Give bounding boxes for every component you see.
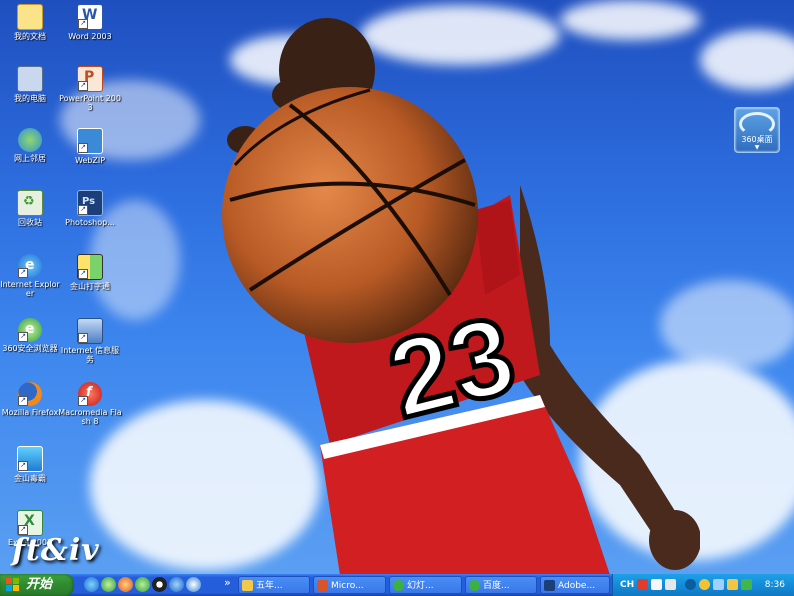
- internet-info-service-icon: ↗: [77, 318, 103, 344]
- ie-icon[interactable]: [84, 577, 99, 592]
- slideshow-icon: [393, 580, 404, 591]
- task-baidu[interactable]: 百度...: [465, 576, 537, 594]
- word-2003-shortcut[interactable]: W ↗ Word 2003: [58, 4, 122, 41]
- network-neighborhood-shortcut[interactable]: 网上邻居: [0, 128, 62, 163]
- task-label: 幻灯...: [407, 581, 434, 591]
- task-label: Adobe...: [558, 581, 596, 591]
- 360-browser-icon: e ↗: [18, 318, 42, 342]
- mozilla-firefox-icon: ↗: [18, 382, 42, 406]
- internet-explorer-icon: e ↗: [18, 254, 42, 278]
- 360-desktop-widget[interactable]: 360桌面 ▼: [734, 107, 780, 153]
- task-folder[interactable]: 五年...: [238, 576, 310, 594]
- folder-icon: [242, 580, 253, 591]
- icon-label: PowerPoint 2003: [59, 94, 121, 112]
- network-neighborhood-icon: [18, 128, 42, 152]
- macromedia-flash-icon: f ↗: [78, 382, 102, 406]
- quick-launch-expand-icon[interactable]: »: [224, 574, 231, 592]
- icon-label: 我的电脑: [14, 94, 46, 103]
- ime-mode-icon[interactable]: [651, 579, 662, 590]
- browser-icon[interactable]: [101, 577, 116, 592]
- tray-expand-icon[interactable]: [685, 579, 696, 590]
- 360-browser-shortcut[interactable]: e ↗ 360安全浏览器: [0, 318, 62, 353]
- icon-label: 金山打字通: [70, 282, 110, 291]
- 360-logo-icon: [739, 112, 775, 136]
- mozilla-firefox-shortcut[interactable]: ↗ Mozilla Firefox: [0, 382, 62, 417]
- kingsoft-antivirus-shortcut[interactable]: ↗ 金山毒霸: [0, 446, 62, 483]
- browser-icon: [469, 580, 480, 591]
- security-shield-icon[interactable]: [727, 579, 738, 590]
- icon-label: 网上邻居: [14, 154, 46, 163]
- wallpaper-cloud: [700, 30, 794, 90]
- my-documents-icon: [17, 4, 43, 30]
- my-computer-shortcut[interactable]: 我的电脑: [0, 66, 62, 103]
- my-computer-icon: [17, 66, 43, 92]
- ime-s-icon[interactable]: [637, 579, 648, 590]
- recycle-bin-shortcut[interactable]: ♻ 回收站: [0, 190, 62, 227]
- icon-label: Photoshop...: [65, 218, 115, 227]
- media-icon[interactable]: [118, 577, 133, 592]
- word-2003-icon: W ↗: [77, 4, 103, 30]
- webzip-shortcut[interactable]: ↗ WebZIP: [58, 128, 122, 165]
- macromedia-flash-shortcut[interactable]: f ↗ Macromedia Flash 8: [58, 382, 122, 426]
- icon-label: Macromedia Flash 8: [58, 408, 122, 426]
- task-adobe[interactable]: Adobe...: [540, 576, 610, 594]
- wallpaper-brand-text: ft&iv: [12, 533, 100, 568]
- icon-label: 回收站: [18, 218, 42, 227]
- task-slideshow[interactable]: 幻灯...: [389, 576, 462, 594]
- powerpoint-icon: [317, 580, 328, 591]
- network-tray-icon[interactable]: [713, 579, 724, 590]
- icon-label: Internet Explorer: [0, 280, 60, 298]
- kingsoft-typing-icon: ↗: [77, 254, 103, 280]
- help-icon[interactable]: [665, 579, 676, 590]
- chevron-down-icon[interactable]: ▼: [735, 145, 779, 151]
- system-tray: CH 8:36: [612, 574, 794, 596]
- windows-logo-icon: [6, 578, 19, 591]
- kingsoft-typing-shortcut[interactable]: ↗ 金山打字通: [58, 254, 122, 291]
- icon-label: Word 2003: [68, 32, 112, 41]
- qq-tray-icon[interactable]: [699, 579, 710, 590]
- webzip-icon: ↗: [77, 128, 103, 154]
- language-indicator[interactable]: CH: [620, 574, 634, 596]
- icon-label: 360安全浏览器: [2, 344, 58, 353]
- k-icon[interactable]: [169, 577, 184, 592]
- powerpoint-2003-icon: P ↗: [77, 66, 103, 92]
- icon-label: 我的文档: [14, 32, 46, 41]
- qq-icon[interactable]: [152, 577, 167, 592]
- wallpaper-player: 23: [222, 18, 700, 574]
- task-label: Micro...: [331, 581, 364, 591]
- clock[interactable]: 8:36: [765, 574, 785, 596]
- kingsoft-antivirus-icon: ↗: [17, 446, 43, 472]
- search-icon[interactable]: [186, 577, 201, 592]
- internet-explorer-shortcut[interactable]: e ↗ Internet Explorer: [0, 254, 62, 298]
- start-button[interactable]: 开始: [0, 574, 74, 596]
- my-documents-shortcut[interactable]: 我的文档: [0, 4, 62, 41]
- taskbar: 开始 » 五年... Micro... 幻灯... 百度... Adobe...…: [0, 574, 794, 596]
- photoshop-icon: Ps ↗: [77, 190, 103, 216]
- icon-label: 金山毒霸: [14, 474, 46, 483]
- powerpoint-2003-shortcut[interactable]: P ↗ PowerPoint 2003: [58, 66, 122, 112]
- recycle-bin-icon: ♻: [17, 190, 43, 216]
- internet-info-service-shortcut[interactable]: ↗ Internet 信息服务: [58, 318, 122, 364]
- icon-label: Mozilla Firefox: [1, 408, 59, 417]
- photoshop-icon: [544, 580, 555, 591]
- chat-icon[interactable]: [135, 577, 150, 592]
- antivirus-tray-icon[interactable]: [741, 579, 752, 590]
- desktop[interactable]: 23 我的文档 W ↗ Word 2003 我的电脑 P ↗ PowerPoin…: [0, 0, 794, 574]
- task-label: 五年...: [256, 581, 283, 591]
- photoshop-shortcut[interactable]: Ps ↗ Photoshop...: [58, 190, 122, 227]
- icon-label: Internet 信息服务: [60, 346, 120, 364]
- start-label: 开始: [26, 577, 53, 592]
- icon-label: WebZIP: [74, 156, 106, 165]
- task-powerpoint[interactable]: Micro...: [313, 576, 386, 594]
- task-label: 百度...: [483, 581, 510, 591]
